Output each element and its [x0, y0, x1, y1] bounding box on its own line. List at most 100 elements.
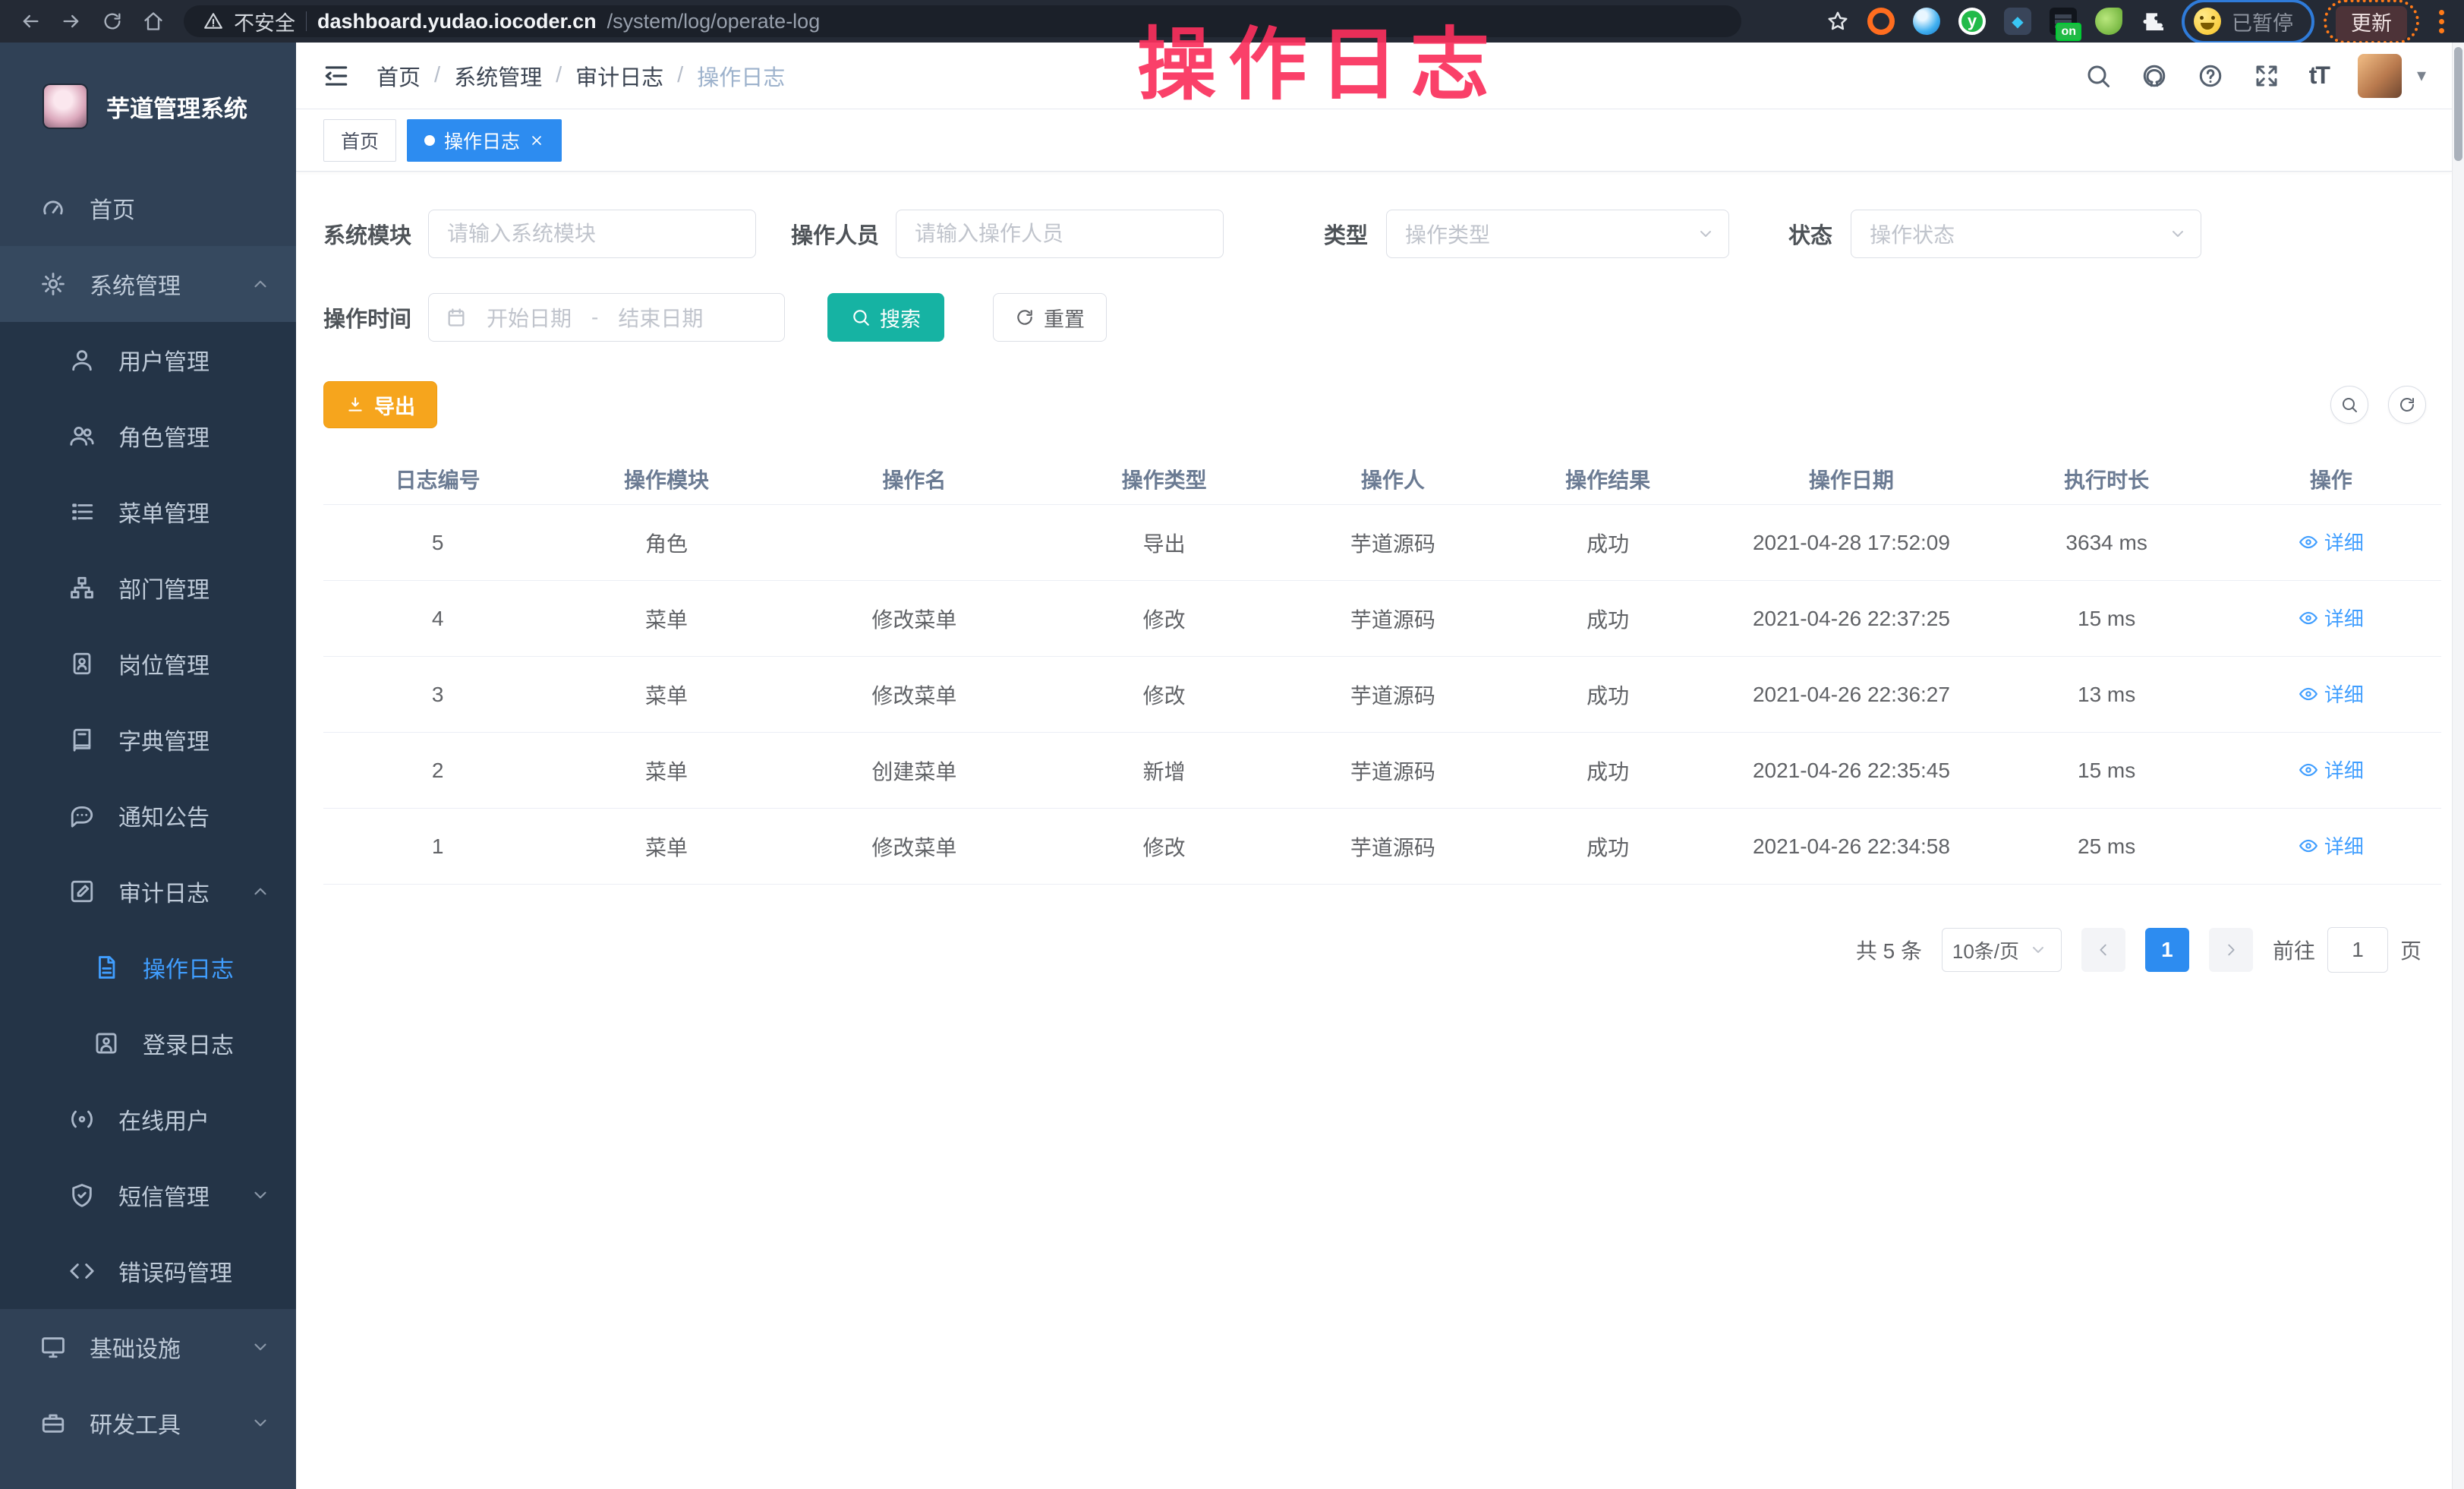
detail-link[interactable]: 详细 — [2299, 604, 2364, 632]
font-size-icon[interactable]: tT — [2309, 62, 2329, 90]
page-size-select[interactable]: 10条/页 — [1942, 928, 2062, 972]
search-button[interactable]: 搜索 — [827, 293, 944, 342]
sidebar-item-label: 岗位管理 — [118, 647, 210, 680]
sidebar-item-label: 部门管理 — [118, 571, 210, 604]
tag-operate-log[interactable]: 操作日志 — [407, 119, 562, 162]
app-shell: 芋道管理系统 首页 系统管理 用户管理 角色管理 — [0, 43, 2452, 1489]
page-size-value: 10条/页 — [1943, 936, 2029, 964]
extension-drop-icon[interactable] — [1913, 8, 1940, 35]
sidebar-item-user-management[interactable]: 用户管理 — [0, 322, 296, 398]
tag-close-icon[interactable] — [529, 133, 544, 148]
extension-switch-icon[interactable]: on — [2050, 8, 2077, 35]
bookmark-star-icon[interactable] — [1826, 10, 1849, 33]
cell-module: 菜单 — [552, 657, 780, 733]
goto-page-input[interactable] — [2327, 927, 2388, 973]
extensions-puzzle-icon[interactable] — [2141, 8, 2168, 35]
cell-result: 成功 — [1505, 505, 1711, 581]
browser-home-button[interactable] — [137, 5, 170, 38]
sidebar-fold-icon[interactable] — [322, 62, 351, 90]
sidebar-item-system-management[interactable]: 系统管理 — [0, 246, 296, 322]
cell-date: 2021-04-28 17:52:09 — [1710, 505, 1992, 581]
sidebar-item-login-log[interactable]: 登录日志 — [0, 1005, 296, 1081]
chevron-down-icon — [250, 1337, 270, 1357]
extension-y-icon[interactable]: y — [1958, 8, 1986, 35]
next-page-button[interactable] — [2209, 928, 2253, 972]
breadcrumb-item[interactable]: 系统管理 — [454, 60, 542, 92]
browser-menu-icon[interactable] — [2433, 10, 2450, 33]
browser-update-wrap: 更新 — [2336, 7, 2407, 36]
browser-forward-button[interactable] — [55, 5, 88, 38]
help-question-icon[interactable] — [2197, 62, 2224, 90]
profile-paused-chip[interactable]: 已暂停 — [2186, 2, 2310, 41]
cell-result: 成功 — [1505, 733, 1711, 809]
cell-result: 成功 — [1505, 657, 1711, 733]
sidebar-item-label: 通知公告 — [118, 799, 210, 832]
sidebar-item-role-management[interactable]: 角色管理 — [0, 398, 296, 474]
breadcrumb-item[interactable]: 首页 — [377, 60, 421, 92]
col-header: 操作日期 — [1710, 454, 1992, 505]
sidebar-item-home[interactable]: 首页 — [0, 170, 296, 246]
module-input[interactable] — [429, 222, 755, 246]
pagination: 共 5 条 10条/页 1 前往 页 — [323, 927, 2437, 973]
extension-donut-icon[interactable] — [1867, 8, 1895, 35]
detail-link-label: 详细 — [2324, 604, 2364, 632]
app-logo — [44, 85, 87, 128]
date-range-picker[interactable]: 开始日期 - 结束日期 — [428, 293, 785, 342]
module-input-wrap — [428, 210, 756, 258]
sidebar-item-online-users[interactable]: 在线用户 — [0, 1081, 296, 1157]
browser-reload-button[interactable] — [96, 5, 129, 38]
detail-link[interactable]: 详细 — [2299, 680, 2364, 708]
sidebar-item-label: 审计日志 — [118, 875, 210, 908]
cell-date: 2021-04-26 22:37:25 — [1710, 581, 1992, 657]
sidebar-item-operate-log[interactable]: 操作日志 — [0, 929, 296, 1005]
cell-duration: 15 ms — [1992, 581, 2220, 657]
cell-date: 2021-04-26 22:35:45 — [1710, 733, 1992, 809]
sidebar-item-dict-management[interactable]: 字典管理 — [0, 702, 296, 778]
sidebar-item-post-management[interactable]: 岗位管理 — [0, 626, 296, 702]
prev-page-button[interactable] — [2081, 928, 2125, 972]
detail-link[interactable]: 详细 — [2299, 756, 2364, 784]
current-page-button[interactable]: 1 — [2145, 928, 2189, 972]
type-select[interactable]: 操作类型 — [1386, 210, 1729, 258]
sidebar-item-department-management[interactable]: 部门管理 — [0, 550, 296, 626]
reset-button[interactable]: 重置 — [993, 293, 1107, 342]
cell-id: 2 — [323, 733, 552, 809]
avatar-caret-down-icon[interactable]: ▾ — [2417, 65, 2426, 87]
breadcrumb-separator: / — [434, 63, 440, 88]
cell-duration: 25 ms — [1992, 809, 2220, 885]
sidebar-item-dev-tools[interactable]: 研发工具 — [0, 1385, 296, 1461]
sidebar-item-menu-management[interactable]: 菜单管理 — [0, 474, 296, 550]
chevron-down-icon — [250, 1185, 270, 1205]
toggle-search-icon-button[interactable] — [2330, 386, 2368, 424]
export-button[interactable]: 导出 — [323, 381, 437, 428]
page-scrollbar[interactable] — [2452, 43, 2464, 1489]
sidebar-item-error-code-management[interactable]: 错误码管理 — [0, 1233, 296, 1309]
table-row: 4 菜单 修改菜单 修改 芋道源码 成功 2021-04-26 22:37:25… — [323, 581, 2441, 657]
operator-input[interactable] — [896, 222, 1223, 246]
sidebar-logo-row[interactable]: 芋道管理系统 — [0, 43, 296, 170]
cell-module: 菜单 — [552, 581, 780, 657]
range-separator: - — [591, 305, 598, 330]
detail-link[interactable]: 详细 — [2299, 831, 2364, 860]
user-avatar[interactable] — [2358, 54, 2402, 98]
status-select[interactable]: 操作状态 — [1851, 210, 2201, 258]
detail-link[interactable]: 详细 — [2299, 528, 2364, 556]
refresh-icon-button[interactable] — [2388, 386, 2426, 424]
extension-gem-icon[interactable]: ◆ — [2004, 8, 2031, 35]
search-icon[interactable] — [2084, 62, 2112, 90]
scrollbar-thumb[interactable] — [2454, 47, 2462, 161]
sidebar-item-infrastructure[interactable]: 基础设施 — [0, 1309, 296, 1385]
sidebar-item-label: 菜单管理 — [118, 495, 210, 528]
sidebar-item-audit-log[interactable]: 审计日志 — [0, 853, 296, 929]
tag-home[interactable]: 首页 — [323, 119, 396, 162]
detail-link-label: 详细 — [2324, 831, 2364, 860]
breadcrumb-item[interactable]: 审计日志 — [575, 60, 663, 92]
fullscreen-icon[interactable] — [2253, 62, 2280, 90]
cell-id: 1 — [323, 809, 552, 885]
sidebar-item-notice[interactable]: 通知公告 — [0, 778, 296, 853]
sidebar-item-sms-management[interactable]: 短信管理 — [0, 1157, 296, 1233]
github-icon[interactable] — [2141, 62, 2168, 90]
address-bar[interactable]: 不安全 dashboard.yudao.iocoder.cn /system/l… — [184, 5, 1741, 37]
browser-back-button[interactable] — [14, 5, 47, 38]
extension-leaf-icon[interactable] — [2095, 8, 2122, 35]
